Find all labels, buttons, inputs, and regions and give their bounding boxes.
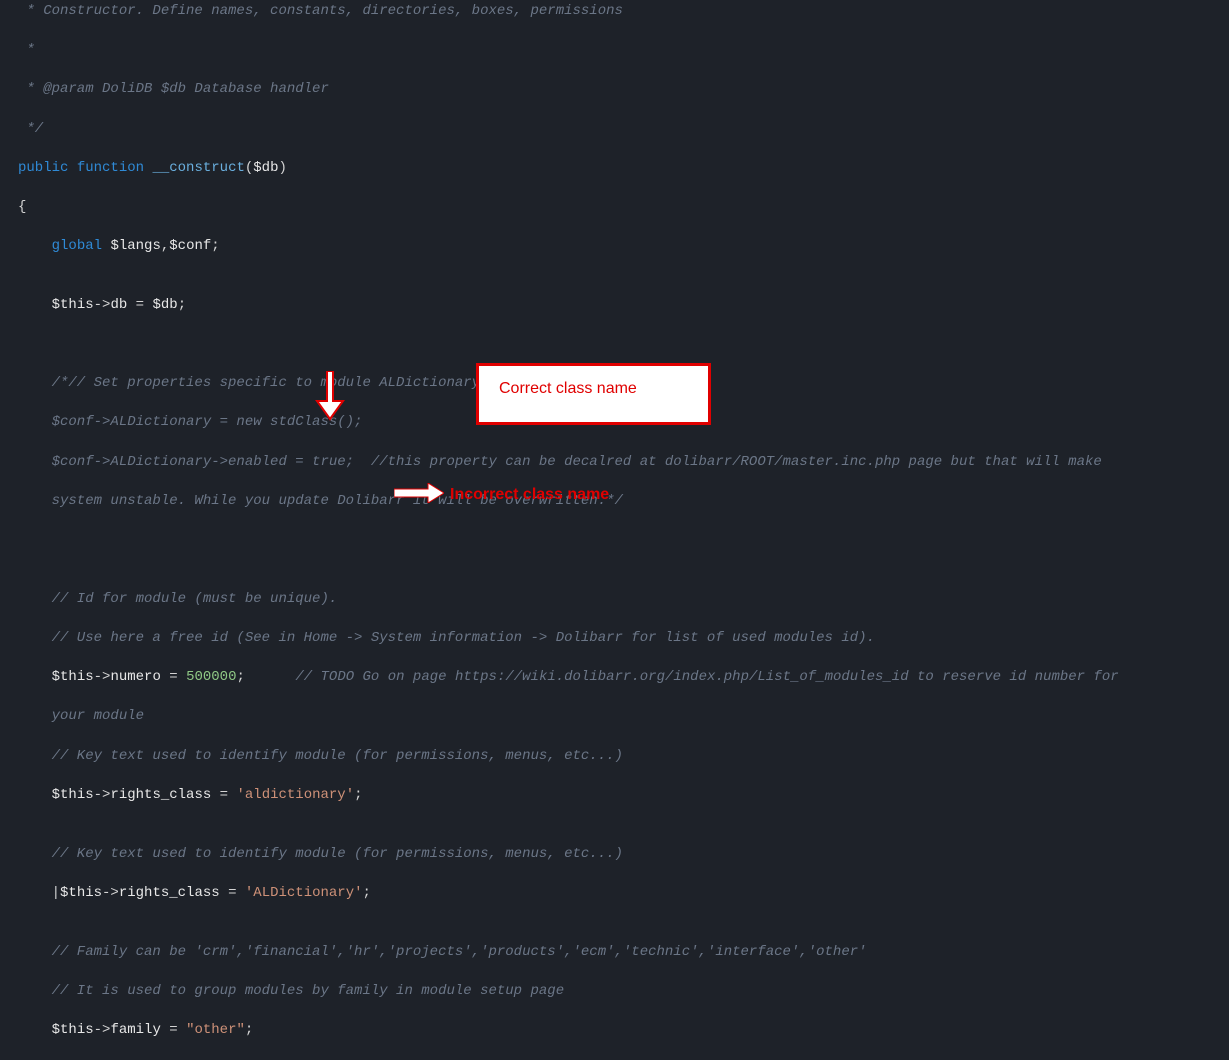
comment-line: * Constructor. Define names, constants, … xyxy=(18,3,623,19)
variable-langs: $langs xyxy=(110,238,160,254)
string-aldictionary: 'aldictionary' xyxy=(236,787,354,803)
string-aldictionary-caps: 'ALDictionary' xyxy=(245,885,363,901)
code-editor[interactable]: * Constructor. Define names, constants, … xyxy=(18,2,1229,1060)
variable-this: $this xyxy=(52,669,94,685)
property-family: family xyxy=(110,1022,160,1038)
comment-block: $conf->ALDictionary = new stdClass(); xyxy=(18,414,362,430)
property-numero: numero xyxy=(110,669,160,685)
variable-this: $this xyxy=(52,1022,94,1038)
comment-line: * xyxy=(18,42,35,58)
comment-line: // Id for module (must be unique). xyxy=(18,591,337,607)
property-rights-class: rights_class xyxy=(110,787,211,803)
cursor: | xyxy=(52,885,60,901)
paren-close: ) xyxy=(279,160,287,176)
function-name: __construct xyxy=(152,160,244,176)
variable-conf: $conf xyxy=(169,238,211,254)
comment-line: // Key text used to identify module (for… xyxy=(18,748,623,764)
comment-line: // Use here a free id (See in Home -> Sy… xyxy=(18,630,875,646)
variable-this: $this xyxy=(52,297,94,313)
variable-this: $this xyxy=(60,885,102,901)
string-other: "other" xyxy=(186,1022,245,1038)
annotation-incorrect-label: Incorrect class name xyxy=(450,486,609,503)
comment-block: $conf->ALDictionary->enabled = true; //t… xyxy=(18,454,1102,470)
keyword-public: public xyxy=(18,160,68,176)
comment-line: // Key text used to identify module (for… xyxy=(18,846,623,862)
comment-line: */ xyxy=(18,121,43,137)
comment-block: /*// Set properties specific to module A… xyxy=(18,375,480,391)
comment-line: your module xyxy=(18,708,144,724)
keyword-function: function xyxy=(77,160,144,176)
arrow-right-icon xyxy=(394,483,444,503)
comment-line: * @param DoliDB $db Database handler xyxy=(18,81,329,97)
annotation-incorrect-class-name: Incorrect class name xyxy=(450,484,609,506)
comment-line: // Family can be 'crm','financial','hr',… xyxy=(18,944,867,960)
variable-this: $this xyxy=(52,787,94,803)
brace-open: { xyxy=(18,199,26,215)
comment-line: // TODO Go on page https://wiki.dolibarr… xyxy=(245,669,1119,685)
arrow-down-icon xyxy=(313,371,348,421)
variable-db: $db xyxy=(152,297,177,313)
comment-line: // It is used to group modules by family… xyxy=(18,983,564,999)
number-value: 500000 xyxy=(186,669,236,685)
annotation-correct-label: Correct class name xyxy=(499,380,637,397)
variable-db: $db xyxy=(253,160,278,176)
property-rights-class: rights_class xyxy=(119,885,220,901)
property-db: db xyxy=(110,297,127,313)
keyword-global: global xyxy=(52,238,102,254)
annotation-correct-class-name: Correct class name xyxy=(476,363,711,425)
